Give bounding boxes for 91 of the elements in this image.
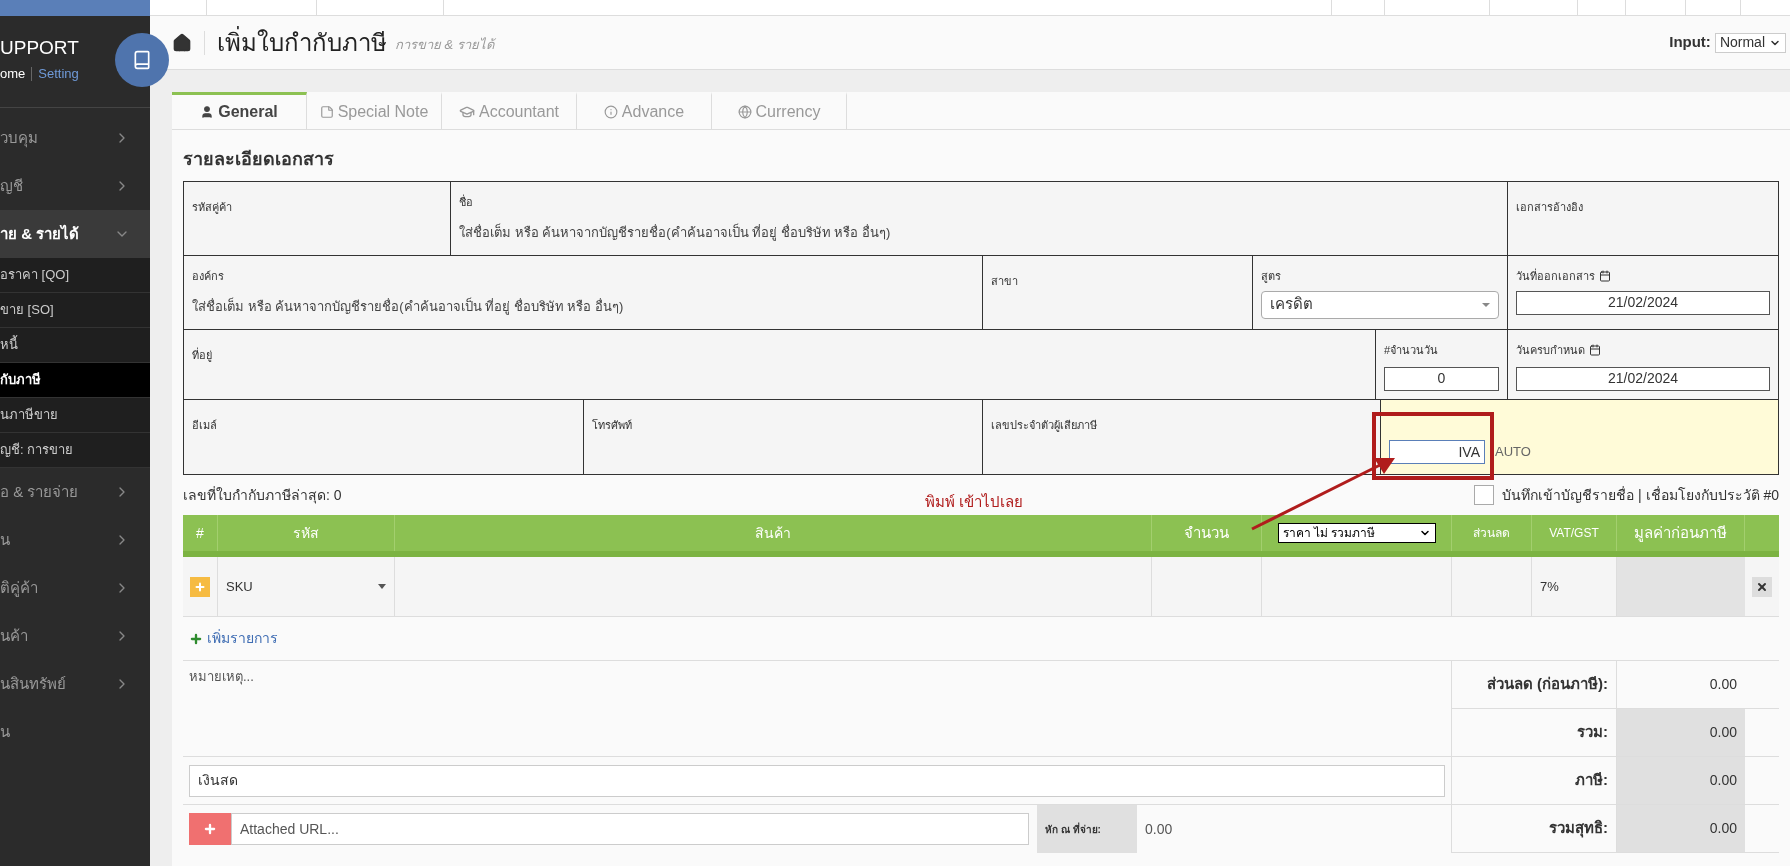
column-header: VAT/GST <box>1549 525 1599 542</box>
book-button[interactable] <box>115 33 169 87</box>
total-value: 0.00 <box>1709 819 1737 838</box>
field-label: เลขประจำตัวผู้เสียภาษี <box>991 419 1097 431</box>
close-icon <box>1756 580 1768 593</box>
field-label: เอกสารอ้างอิง <box>1516 201 1583 213</box>
column-header: มูลค่าก่อนภาษี <box>1634 522 1727 544</box>
organization-field[interactable]: ใส่ชื่อเต็ม หรือ ค้นหาจากบัญชีรายชื่อ(คำค้นอาจเป็น ที่อยู่ ชื่อบริษัท หรือ อื่นๆ) <box>192 296 974 316</box>
input-mode-select[interactable]: Normal <box>1714 32 1786 53</box>
add-item-link[interactable]: เพิ่มรายการ <box>189 628 278 649</box>
caret-icon <box>378 584 386 589</box>
page-title: เพิ่มใบกำกับภาษี <box>217 25 387 58</box>
remove-button[interactable] <box>1752 576 1772 597</box>
submenu-item[interactable]: ญชี: การขาย <box>0 433 150 468</box>
payment-field[interactable]: เงินสด <box>189 764 1445 797</box>
column-header: ส่วนลด <box>1473 525 1510 542</box>
info-icon <box>603 105 618 119</box>
menu-item[interactable]: นสินทรัพย์ <box>0 660 150 708</box>
input-label: Input: <box>1669 32 1711 53</box>
submenu-item[interactable]: ขาย [SO] <box>0 293 150 328</box>
total-label: รวมสุทธิ: <box>1549 818 1608 840</box>
submenu-item[interactable]: กับภาษี <box>0 363 150 398</box>
brand-name: UPPORT <box>0 36 80 60</box>
note-icon <box>319 105 334 119</box>
total-label: ส่วนลด (ก่อนภาษี): <box>1486 674 1608 695</box>
field-label: ชื่อ <box>459 194 474 210</box>
section-title: รายละเอียดเอกสาร <box>183 148 335 171</box>
total-label: ภาษี: <box>1575 770 1608 791</box>
menu-item[interactable]: าย & รายได้ <box>0 210 150 258</box>
submenu-item[interactable]: นภาษีขาย <box>0 398 150 433</box>
dropbox-button[interactable] <box>189 813 231 845</box>
user-icon <box>200 105 215 119</box>
sku-select[interactable]: SKU <box>218 557 395 616</box>
field-label: สาขา <box>991 275 1018 287</box>
total-value: 0.00 <box>1709 771 1737 790</box>
vat-value: 7% <box>1540 577 1559 596</box>
add-button[interactable] <box>190 576 210 597</box>
field-label: โทรศัพท์ <box>592 419 632 431</box>
caret-icon <box>1482 302 1490 307</box>
column-header: จำนวน <box>1184 522 1229 543</box>
field-label: รหัสคู่ค้า <box>192 201 232 213</box>
menu-item[interactable]: อ & รายจ่าย <box>0 468 150 516</box>
menu-item[interactable]: วบคุม <box>0 114 150 162</box>
auto-label: AUTO <box>1495 443 1531 462</box>
last-invoice-number: เลขที่ใบกำกับภาษีล่าสุด: 0 <box>183 485 342 506</box>
issue-date-field[interactable]: 21/02/2024 <box>1516 290 1770 315</box>
notes-field[interactable]: หมายเหตุ... <box>183 661 1451 757</box>
save-contact-checkbox[interactable] <box>1474 485 1495 505</box>
globe-icon <box>737 105 752 119</box>
field-label: วันที่ออกเอกสาร <box>1516 268 1595 284</box>
withholding-value: 0.00 <box>1144 819 1173 839</box>
plus-icon <box>189 631 203 646</box>
url-field[interactable]: Attached URL... <box>231 813 1029 845</box>
field-label: อีเมล์ <box>192 419 217 431</box>
days-field[interactable]: 0 <box>1384 366 1499 391</box>
plus-icon <box>194 580 206 593</box>
menu-item[interactable]: ญชี <box>0 162 150 210</box>
name-field[interactable]: ใส่ชื่อเต็ม หรือ ค้นหาจากบัญชีรายชื่อ(คำค้นอาจเป็น ที่อยู่ ชื่อบริษัท หรือ อื่นๆ) <box>459 222 1499 242</box>
menu-item[interactable]: ติคู่ค้า <box>0 564 150 612</box>
column-header: # <box>196 523 204 543</box>
due-date-field[interactable]: 21/02/2024 <box>1516 366 1770 391</box>
total-label: รวม: <box>1577 722 1608 743</box>
field-label: ที่อยู่ <box>192 349 212 361</box>
home-icon[interactable] <box>172 32 192 53</box>
total-value: 0.00 <box>1709 723 1737 742</box>
book-icon <box>132 50 152 70</box>
field-label: #จำนวนวัน <box>1384 343 1440 358</box>
graduation-cap-icon <box>458 104 475 120</box>
total-value: 0.00 <box>1709 675 1737 694</box>
field-label: วันครบกำหนด <box>1516 343 1585 358</box>
menu-item[interactable]: น <box>0 708 150 756</box>
home-link[interactable]: ome <box>0 64 26 84</box>
setting-link[interactable]: Setting <box>38 64 79 84</box>
column-header: รหัส <box>293 523 319 543</box>
field-label: สูตร <box>1261 269 1282 285</box>
invoice-number-field[interactable]: IVA <box>1389 440 1485 464</box>
tab[interactable]: General <box>172 92 307 129</box>
submenu-item[interactable]: หนี้ <box>0 328 150 363</box>
formula-select[interactable]: เครดิต <box>1261 290 1499 319</box>
price-mode-select[interactable]: ราคา ไม่ รวมภาษี <box>1277 523 1436 543</box>
page-subtitle: การขาย & รายได้ <box>395 35 494 54</box>
annotation-text: พิมพ์ เข้าไปเลย <box>925 492 1024 512</box>
withholding-label: หัก ณ ที่จ่าย: <box>1045 821 1101 837</box>
menu-item[interactable]: นค้า <box>0 612 150 660</box>
calendar-icon <box>1599 270 1611 283</box>
calendar-icon <box>1589 344 1601 357</box>
field-label: องค์กร <box>192 269 225 284</box>
menu-item[interactable]: น <box>0 516 150 564</box>
save-contact-label: บันทึกเข้าบัญชีรายชื่อ | เชื่อมโยงกับประวัติ #0 <box>1502 485 1779 505</box>
submenu-item[interactable]: อราคา [QO] <box>0 258 150 293</box>
column-header: สินค้า <box>755 523 791 543</box>
